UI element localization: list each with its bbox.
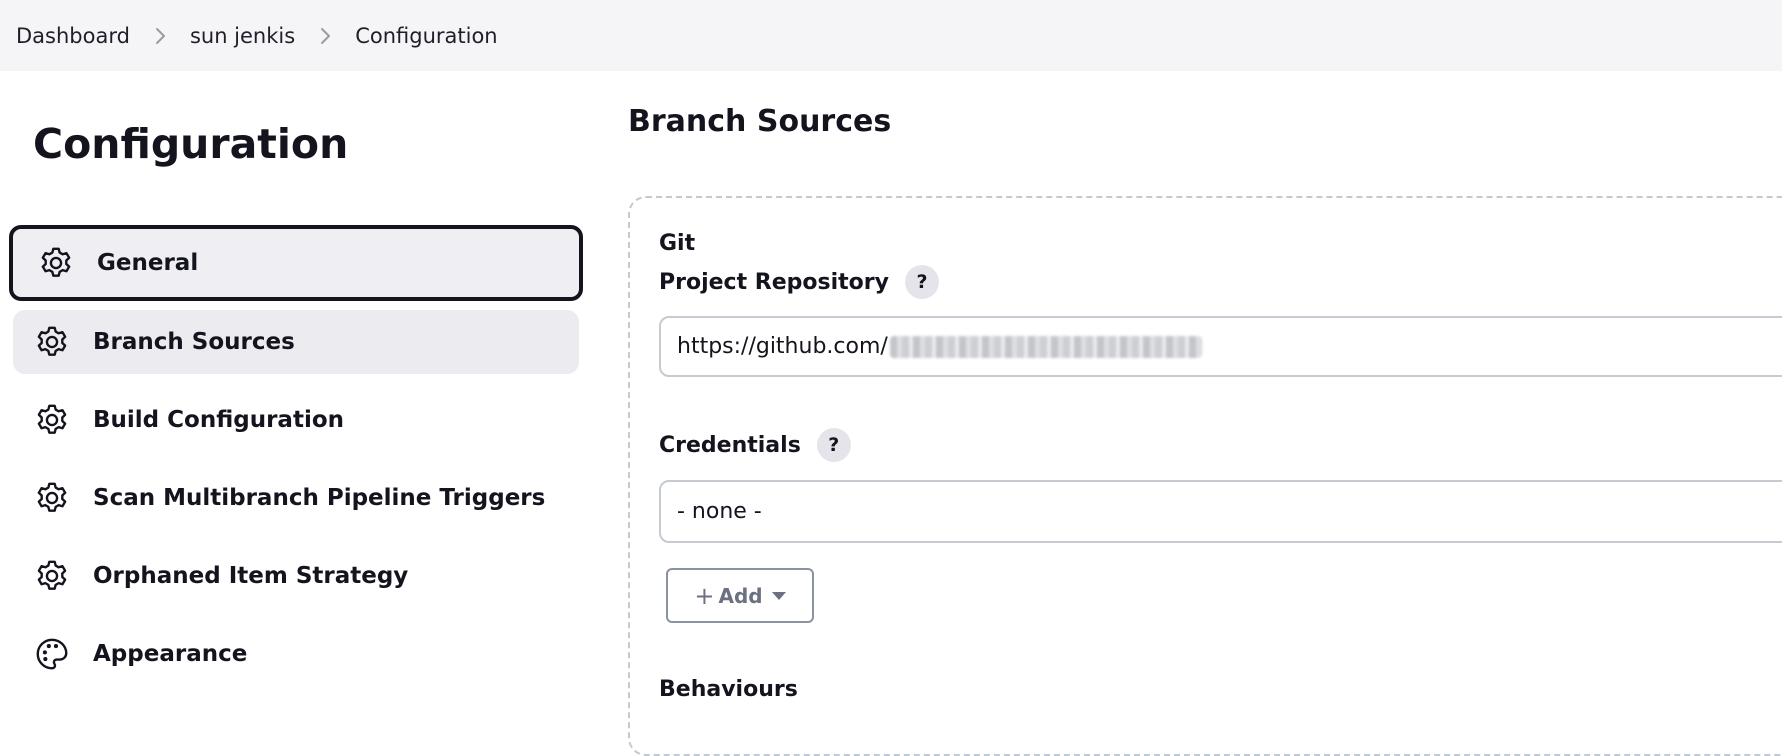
project-repository-label: Project Repository ? <box>659 265 939 299</box>
gear-icon <box>33 557 71 595</box>
project-repository-input[interactable]: https://github.com/ <box>659 316 1782 377</box>
section-title-branch-sources: Branch Sources <box>628 104 892 139</box>
git-heading: Git <box>659 231 696 256</box>
sidebar-item-label: Branch Sources <box>93 329 295 355</box>
behaviours-label-text: Behaviours <box>659 677 798 702</box>
credentials-selected-value: - none - <box>677 499 762 524</box>
breadcrumb-dashboard[interactable]: Dashboard <box>16 24 130 48</box>
caret-down-icon <box>771 591 786 600</box>
help-button[interactable]: ? <box>816 428 851 462</box>
sidebar-item-label: Scan Multibranch Pipeline Triggers <box>93 485 546 511</box>
breadcrumb-project[interactable]: sun jenkis <box>190 24 295 48</box>
credentials-select[interactable]: - none - <box>659 480 1782 543</box>
sidebar-item-label: Appearance <box>93 641 248 667</box>
credentials-label: Credentials ? <box>659 428 851 462</box>
gear-icon <box>33 479 71 517</box>
sidebar-item-label: Orphaned Item Strategy <box>93 563 409 589</box>
gear-icon <box>33 323 71 361</box>
breadcrumb-configuration[interactable]: Configuration <box>355 24 497 48</box>
project-repository-label-text: Project Repository <box>659 269 889 295</box>
palette-icon <box>33 635 71 673</box>
chevron-right-icon <box>148 24 172 48</box>
add-credentials-button[interactable]: + Add <box>666 568 814 623</box>
sidebar-item-label: Build Configuration <box>93 407 345 433</box>
breadcrumb-bar: Dashboard sun jenkis Configuration <box>0 0 1782 71</box>
sidebar-item-branch-sources[interactable]: Branch Sources <box>13 310 579 374</box>
redacted-repository-path <box>889 335 1202 358</box>
project-repository-value: https://github.com/ <box>677 334 888 359</box>
sidebar-item-build-configuration[interactable]: Build Configuration <box>13 388 579 452</box>
sidebar-item-orphaned-item-strategy[interactable]: Orphaned Item Strategy <box>13 544 579 608</box>
add-button-label: Add <box>718 583 763 608</box>
chevron-right-icon <box>313 24 337 48</box>
plus-icon: + <box>694 581 715 610</box>
gear-icon <box>37 244 75 282</box>
gear-icon <box>33 401 71 439</box>
sidebar-item-general[interactable]: General <box>9 225 583 301</box>
page-title: Configuration <box>33 120 349 168</box>
sidebar-item-scan-triggers[interactable]: Scan Multibranch Pipeline Triggers <box>13 466 579 530</box>
sidebar-item-label: General <box>97 250 199 276</box>
sidebar-item-appearance[interactable]: Appearance <box>13 622 579 686</box>
help-button[interactable]: ? <box>904 265 939 299</box>
behaviours-label: Behaviours <box>659 677 798 702</box>
credentials-label-text: Credentials <box>659 432 801 458</box>
